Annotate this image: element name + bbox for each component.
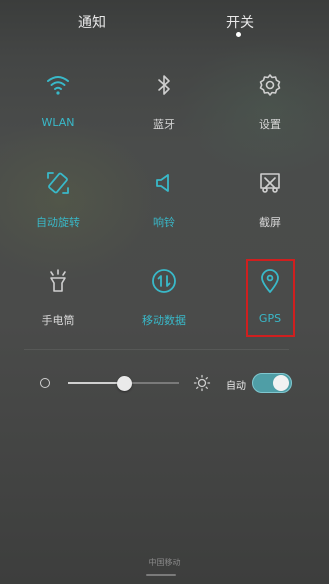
brightness-slider-thumb[interactable] (116, 375, 132, 391)
sun-icon (193, 374, 211, 392)
tab-switches[interactable]: 开关 (226, 12, 254, 32)
take-screenshot[interactable]: 截屏 (222, 170, 318, 250)
tile-label: 移动数据 (142, 314, 186, 327)
toggle-ring[interactable]: 响铃 (116, 170, 212, 250)
toggle-wlan[interactable]: WLAN (10, 72, 106, 152)
open-settings[interactable]: 设置 (222, 72, 318, 152)
bluetooth-icon (151, 72, 177, 98)
speaker-icon (151, 170, 177, 196)
divider (24, 349, 289, 350)
scissors-icon (257, 170, 283, 196)
data-arrows-icon (151, 268, 177, 294)
tile-label: 设置 (259, 118, 281, 131)
brightness-low-icon (40, 378, 50, 388)
tile-label: WLAN (41, 116, 75, 129)
gear-icon (257, 72, 283, 98)
wifi-icon (45, 72, 71, 98)
drag-handle[interactable] (146, 574, 176, 576)
carrier-name: 中国移动 (148, 558, 181, 567)
tile-label: 自动旋转 (36, 216, 80, 229)
toggle-auto-rotate[interactable]: 自动旋转 (10, 170, 106, 250)
tile-label: 手电筒 (41, 314, 75, 327)
flashlight-icon (45, 268, 71, 294)
toggle-mobile-data[interactable]: 移动数据 (116, 268, 212, 348)
rotate-icon (45, 170, 71, 196)
toggle-flashlight[interactable]: 手电筒 (10, 268, 106, 348)
tile-label: 截屏 (259, 216, 281, 229)
gps-highlight-box (246, 259, 295, 337)
brightness-slider-fill (68, 382, 124, 384)
panel-tabs: 通知 开关 (0, 0, 329, 42)
auto-brightness-label: 自动 (226, 381, 246, 392)
active-tab-indicator (236, 32, 241, 37)
tile-label: 响铃 (153, 216, 175, 229)
tile-label: 蓝牙 (153, 118, 175, 131)
auto-brightness-toggle[interactable] (252, 373, 292, 393)
brightness-slider[interactable] (68, 375, 179, 391)
brightness-row: 自动 (0, 370, 329, 398)
toggle-bluetooth[interactable]: 蓝牙 (116, 72, 212, 152)
tab-notifications[interactable]: 通知 (78, 12, 106, 32)
toggle-knob (273, 375, 289, 391)
